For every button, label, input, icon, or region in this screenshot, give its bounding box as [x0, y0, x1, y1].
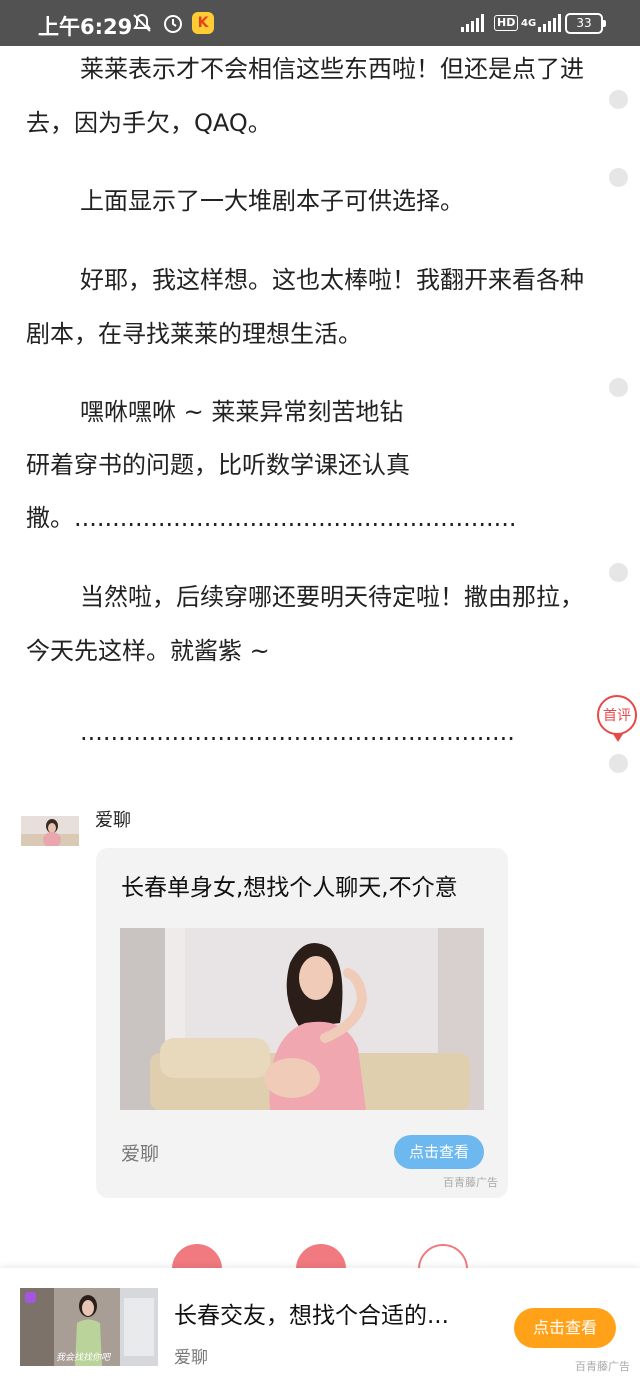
article-paragraph: 研着穿书的问题，比听数学课还认真: [26, 451, 410, 479]
paragraph-comment-marker[interactable]: [609, 168, 628, 187]
banner-thumb-caption: 我会找找你吧: [56, 1353, 111, 1363]
paragraph-comment-marker[interactable]: [609, 90, 628, 109]
paragraph-comment-marker[interactable]: [609, 378, 628, 397]
advertiser-avatar[interactable]: [21, 816, 79, 846]
bottom-banner-ad[interactable]: 我会找找你吧 长春交友，想找个合适的... 爱聊 点击查看 百青藤广告: [0, 1268, 640, 1387]
battery-icon: 33: [565, 11, 606, 35]
paragraph-comment-marker[interactable]: [609, 563, 628, 582]
article-paragraph: 好耶，我这样想。这也太棒啦！我翻开来看各种剧本，在寻找莱莱的理想生活。: [26, 266, 584, 348]
ad-view-button[interactable]: 点击查看: [394, 1135, 484, 1169]
banner-title[interactable]: 长春交友，想找个合适的...: [174, 1296, 449, 1330]
paragraph-comment-marker[interactable]: [609, 754, 628, 773]
advertiser-name[interactable]: 爱聊: [95, 806, 131, 832]
status-bar: 上午6:29 K HD 4G 33: [0, 0, 640, 46]
banner-view-button[interactable]: 点击查看: [514, 1308, 616, 1348]
signal-icon: [461, 11, 484, 35]
article-paragraph: ........................................…: [80, 718, 515, 746]
hd-icon: HD: [494, 11, 519, 35]
article-paragraph: 嘿咻嘿咻 ~ 莱莱异常刻苦地钻: [80, 398, 404, 426]
banner-source: 爱聊: [174, 1348, 208, 1368]
article-paragraph: 莱莱表示才不会相信这些东西啦！但还是点了进去，因为手欠，QAQ。: [26, 55, 584, 137]
network-label: 4G: [521, 17, 537, 29]
ad-card[interactable]: 长春单身女,想找个人聊天,不介意 爱聊 点击查看 百青藤广告: [96, 848, 508, 1198]
banner-image[interactable]: 我会找找你吧: [20, 1288, 158, 1366]
ad-title[interactable]: 长春单身女,想找个人聊天,不介意: [121, 868, 458, 902]
status-time: 上午6:29: [38, 15, 133, 39]
ad-label: 百青藤广告: [443, 1176, 498, 1189]
ad-image[interactable]: [120, 928, 484, 1110]
article-paragraph: 上面显示了一大堆剧本子可供选择。: [80, 187, 464, 215]
article-paragraph: 当然啦，后续穿哪还要明天待定啦！撒由那拉，今天先这样。就酱紫 ~: [26, 583, 584, 665]
battery-level: 33: [565, 12, 606, 34]
ad-source: 爱聊: [121, 1143, 160, 1165]
first-comment-button[interactable]: 首评: [597, 695, 637, 742]
network-signal-icon: 4G: [521, 11, 562, 35]
banner-ad-label: 百青藤广告: [575, 1360, 630, 1373]
app-notification-icon: K: [192, 11, 214, 35]
alarm-icon: [162, 11, 184, 35]
article-paragraph: 撒。......................................…: [26, 504, 517, 532]
mute-icon: [131, 11, 153, 35]
